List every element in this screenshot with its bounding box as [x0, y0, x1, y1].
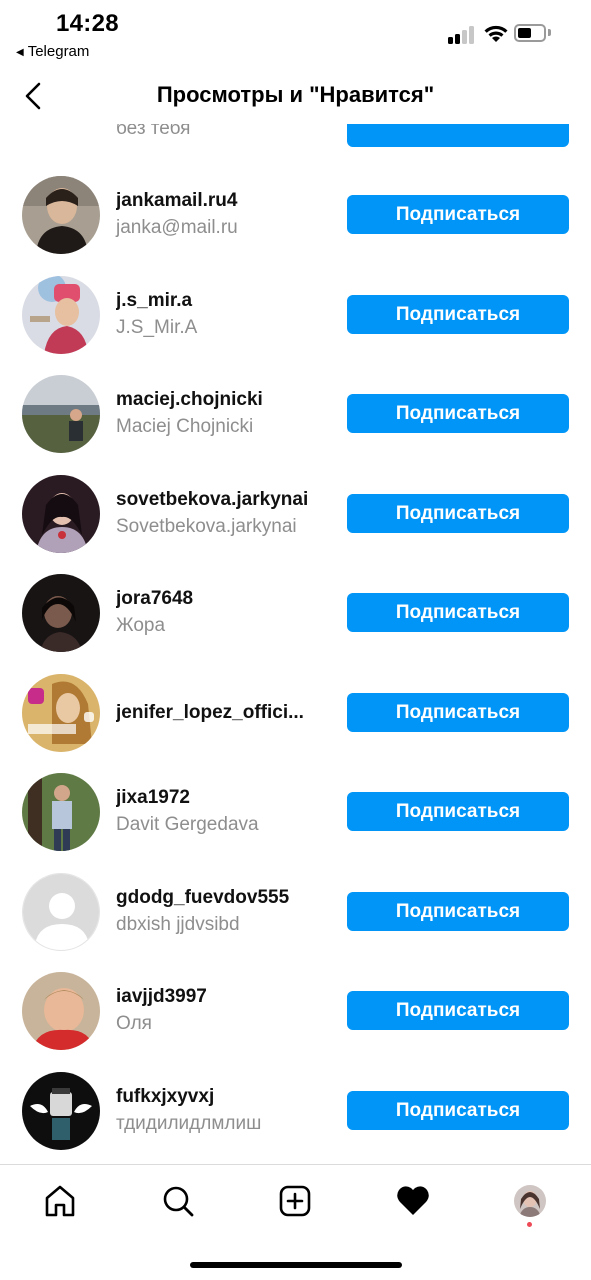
list-item-fullname: J.S_Mir.A [116, 316, 198, 338]
tab-home[interactable] [38, 1179, 82, 1223]
status-bar: 14:28 ◀ Telegram [0, 0, 591, 68]
list-item-fullname: тдидилидлмлиш [116, 1112, 262, 1134]
avatar[interactable] [22, 972, 100, 1050]
tab-activity[interactable] [391, 1179, 435, 1223]
follow-button[interactable]: Подписаться [347, 294, 569, 334]
avatar[interactable] [22, 275, 100, 354]
list-item: без тебя [0, 124, 591, 147]
follow-button[interactable]: Подписаться [347, 493, 569, 533]
list-item: maciej.chojnicki Maciej Chojnicki Подпис… [0, 375, 591, 475]
avatar[interactable] [22, 673, 100, 752]
follow-button[interactable]: Подписаться [347, 991, 569, 1030]
home-icon [45, 1185, 75, 1217]
list-item: jora7648 Жора Подписаться [0, 574, 591, 674]
status-time: 14:28 [56, 10, 119, 37]
back-to-telegram-link[interactable]: ◀ Telegram [16, 43, 89, 60]
follow-button[interactable]: Подписаться [347, 792, 569, 831]
list-item: fufkxjxyvxj тдидилидлмлиш Подписаться [0, 1071, 591, 1165]
list-item: sovetbekova.jarkynai Sovetbekova.jarkyna… [0, 474, 591, 575]
list-item-username[interactable]: jenifer_lopez_offici... [116, 702, 321, 724]
list-item: jixa1972 Davit Gergedava Подписаться [0, 773, 591, 873]
list-item-fullname: Оля [116, 1013, 152, 1034]
list-item-fullname: dbxish jjdvsibd [116, 913, 240, 935]
list-item-username[interactable]: maciej.chojnicki [116, 389, 321, 411]
list-item-username[interactable]: jora7648 [116, 588, 321, 610]
list-item-fullname: janka@mail.ru [116, 217, 238, 238]
profile-avatar [514, 1185, 546, 1217]
avatar[interactable] [22, 574, 100, 652]
header: Просмотры и "Нравится" [0, 68, 591, 124]
list-item-username[interactable]: sovetbekova.jarkynai [116, 489, 321, 511]
search-icon [163, 1186, 194, 1217]
list-item: jankamail.ru4 janka@mail.ru Подписаться [0, 176, 591, 276]
avatar[interactable] [22, 773, 100, 851]
follow-button[interactable]: Подписаться [347, 692, 569, 732]
list-item: jenifer_lopez_offici... Подписаться [0, 673, 591, 774]
list-item: j.s_mir.a J.S_Mir.A Подписаться [0, 275, 591, 376]
battery-icon [514, 24, 546, 42]
notification-dot [527, 1222, 532, 1227]
list-item-username[interactable]: j.s_mir.a [116, 290, 321, 312]
follow-button[interactable]: Подписаться [347, 195, 569, 234]
follow-button[interactable]: Подписаться [347, 394, 569, 433]
default-avatar-icon[interactable] [22, 872, 100, 951]
activity-heart-icon [397, 1186, 429, 1215]
list-item-username[interactable]: fufkxjxyvxj [116, 1086, 321, 1108]
list-item-username[interactable]: jankamail.ru4 [116, 190, 321, 212]
battery-level [518, 28, 532, 38]
battery-tip [548, 29, 551, 36]
follow-button[interactable]: Подписаться [347, 1090, 569, 1130]
list-item-fullname: Davit Gergedava [116, 814, 259, 835]
avatar[interactable] [22, 375, 100, 453]
list-item-fullname: Жора [116, 615, 166, 636]
small-left-triangle-icon: ◀ [16, 47, 24, 58]
list-item-username[interactable]: gdodg_fuevdov555 [116, 887, 321, 909]
tab-new-post[interactable] [273, 1179, 317, 1223]
new-post-icon [279, 1185, 311, 1217]
wifi-icon [484, 25, 508, 42]
follow-button[interactable]: Подписаться [347, 891, 569, 931]
tab-search[interactable] [156, 1179, 200, 1223]
follow-button[interactable]: Подписаться [347, 593, 569, 632]
cellular-signal-icon [448, 26, 476, 44]
list-item-fullname: Maciej Chojnicki [116, 416, 254, 437]
list-item-username[interactable]: iavjjd3997 [116, 986, 321, 1008]
back-app-label: Telegram [27, 43, 90, 60]
avatar[interactable] [22, 1071, 100, 1150]
list-item: iavjjd3997 Оля Подписаться [0, 972, 591, 1072]
list-item-fullname: Sovetbekova.jarkynai [116, 515, 297, 537]
home-indicator [190, 1262, 402, 1268]
page-title: Просмотры и "Нравится" [156, 82, 435, 107]
list-item-fullname: без тебя [116, 124, 191, 139]
tab-profile[interactable] [508, 1179, 552, 1223]
follow-button[interactable] [347, 124, 569, 147]
list-item-username[interactable]: jixa1972 [116, 787, 321, 809]
avatar[interactable] [22, 176, 100, 254]
avatar[interactable] [22, 474, 100, 553]
likes-list[interactable]: без тебя jankamail.ru4 janka@mail.ru Под… [0, 124, 591, 1164]
list-item: gdodg_fuevdov555 dbxish jjdvsibd Подписа… [0, 872, 591, 973]
